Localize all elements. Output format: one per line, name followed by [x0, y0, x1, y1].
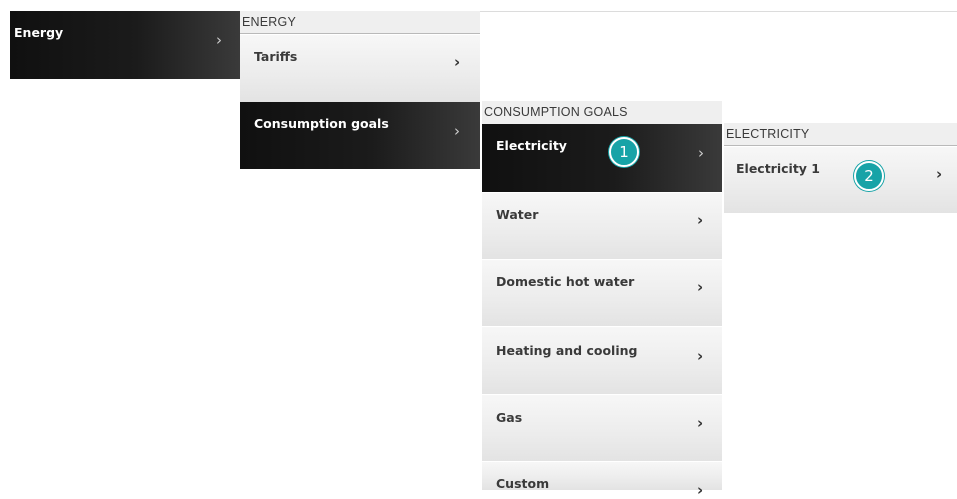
- callout-badge-1: 1: [609, 137, 639, 167]
- chevron-right-icon: ›: [216, 31, 222, 49]
- menu-item-label: Consumption goals: [254, 116, 389, 131]
- chevron-right-icon: ›: [698, 144, 704, 162]
- energy-tile-label: Energy: [14, 25, 64, 40]
- chevron-right-icon: ›: [697, 481, 704, 499]
- menu-item-label: Electricity 1: [736, 161, 821, 176]
- menu-item-label: Domestic hot water: [496, 274, 635, 289]
- energy-menu-header: ENERGY: [240, 11, 480, 34]
- menu-item-gas[interactable]: Gas ›: [482, 394, 722, 461]
- menu-item-electricity[interactable]: Electricity › 1: [482, 124, 722, 192]
- menu-item-label: Electricity: [496, 138, 567, 153]
- chevron-right-icon: ›: [697, 414, 704, 432]
- chevron-right-icon: ›: [454, 122, 460, 140]
- chevron-right-icon: ›: [936, 165, 943, 183]
- chevron-right-icon: ›: [697, 211, 704, 229]
- menu-item-domestic-hot-water[interactable]: Domestic hot water ›: [482, 259, 722, 326]
- electricity-menu-header: ELECTRICITY: [724, 123, 957, 146]
- callout-badge-2: 2: [854, 161, 884, 191]
- consumption-goals-header: CONSUMPTION GOALS: [482, 101, 722, 124]
- chevron-right-icon: ›: [697, 347, 704, 365]
- menu-item-label: Water: [496, 207, 539, 222]
- chevron-right-icon: ›: [454, 53, 461, 71]
- menu-item-tariffs[interactable]: Tariffs ›: [240, 34, 480, 102]
- chevron-right-icon: ›: [697, 278, 704, 296]
- menu-item-consumption-goals[interactable]: Consumption goals ›: [240, 102, 480, 169]
- menu-item-label: Heating and cooling: [496, 343, 638, 358]
- menu-item-label: Gas: [496, 410, 523, 425]
- menu-item-heating-and-cooling[interactable]: Heating and cooling ›: [482, 326, 722, 394]
- menu-item-custom[interactable]: Custom ›: [482, 461, 722, 498]
- menu-item-label: Tariffs: [254, 49, 298, 64]
- menu-item-water[interactable]: Water ›: [482, 192, 722, 259]
- menu-item-label: Custom: [496, 476, 550, 491]
- menu-item-electricity-1[interactable]: Electricity 1 › 2: [724, 146, 957, 213]
- energy-tile[interactable]: Energy ›: [10, 11, 240, 79]
